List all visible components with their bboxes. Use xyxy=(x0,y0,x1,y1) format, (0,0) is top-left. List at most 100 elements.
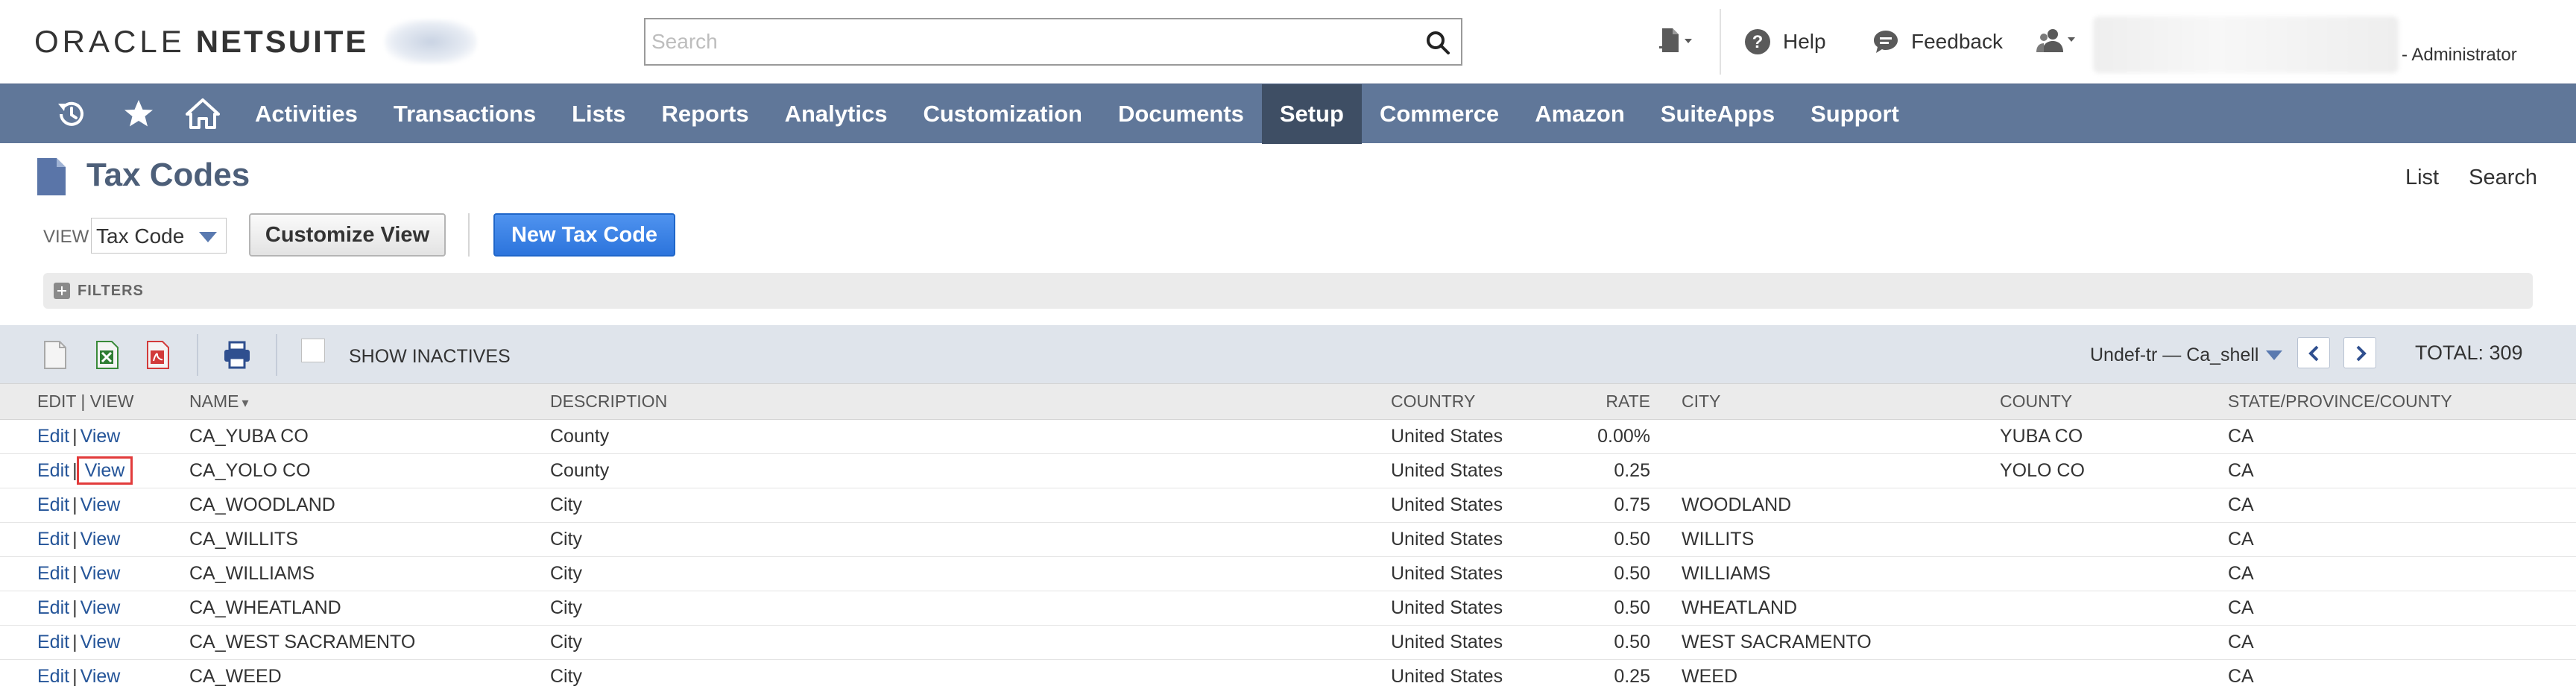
list-link[interactable]: List xyxy=(2405,166,2439,190)
nav-analytics[interactable]: Analytics xyxy=(767,84,906,144)
view-link[interactable]: View xyxy=(80,666,121,687)
show-inactives-label: SHOW INACTIVES xyxy=(349,346,511,368)
chevron-down-icon xyxy=(199,232,217,242)
view-link[interactable]: View xyxy=(80,426,121,447)
search-input[interactable] xyxy=(651,19,1397,64)
roles-menu[interactable] xyxy=(2035,22,2080,61)
col-country[interactable]: COUNTRY xyxy=(1391,384,1553,420)
state-cell: CA xyxy=(2228,660,2576,692)
nav-favorites[interactable] xyxy=(115,84,162,144)
customize-view-button[interactable]: Customize View xyxy=(249,213,446,257)
nav-support[interactable]: Support xyxy=(1793,84,1917,144)
nav-transactions[interactable]: Transactions xyxy=(376,84,554,144)
previous-page-button[interactable] xyxy=(2297,337,2330,368)
show-inactives-checkbox[interactable] xyxy=(301,339,325,362)
chevron-down-icon xyxy=(2266,350,2282,360)
export-csv-icon[interactable] xyxy=(42,340,69,370)
view-link[interactable]: View xyxy=(80,597,121,618)
view-link[interactable]: View xyxy=(80,632,121,652)
nav-setup[interactable]: Setup xyxy=(1262,84,1362,144)
edit-link[interactable]: Edit xyxy=(37,426,69,447)
controls-divider xyxy=(468,213,470,257)
edit-link[interactable]: Edit xyxy=(37,597,69,618)
nav-recent[interactable] xyxy=(48,84,95,144)
help-label: Help xyxy=(1783,30,1826,54)
city-cell xyxy=(1682,454,2000,488)
view-link[interactable]: View xyxy=(80,529,121,550)
nav-commerce[interactable]: Commerce xyxy=(1362,84,1517,144)
edit-view-cell: Edit|View xyxy=(0,488,189,523)
nav-amazon[interactable]: Amazon xyxy=(1517,84,1643,144)
view-link[interactable]: View xyxy=(80,563,121,584)
svg-text:?: ? xyxy=(1752,32,1764,52)
view-select[interactable]: Tax Code xyxy=(91,218,227,254)
nav-reports[interactable]: Reports xyxy=(643,84,766,144)
table-row: Edit|ViewCA_WILLIAMSCityUnited States0.5… xyxy=(0,557,2576,591)
oracle-netsuite-logo[interactable]: ORACLE NETSUITE xyxy=(34,25,368,58)
country-cell: United States xyxy=(1391,488,1553,523)
next-page-button[interactable] xyxy=(2343,337,2376,368)
county-cell xyxy=(2000,591,2228,626)
export-pdf-icon[interactable] xyxy=(145,340,171,370)
country-cell: United States xyxy=(1391,660,1553,692)
edit-link[interactable]: Edit xyxy=(37,666,69,687)
nav-suiteapps[interactable]: SuiteApps xyxy=(1643,84,1793,144)
star-icon xyxy=(122,98,155,130)
new-tax-code-button[interactable]: New Tax Code xyxy=(493,213,675,257)
col-city[interactable]: CITY xyxy=(1682,384,2000,420)
global-search xyxy=(644,18,1462,66)
city-cell: WOODLAND xyxy=(1682,488,2000,523)
nav-documents[interactable]: Documents xyxy=(1100,84,1262,144)
history-icon xyxy=(55,98,88,130)
edit-link[interactable]: Edit xyxy=(37,494,69,515)
nav-lists[interactable]: Lists xyxy=(554,84,643,144)
link-separator: | xyxy=(72,563,78,584)
col-state[interactable]: STATE/PROVINCE/COUNTY xyxy=(2228,384,2576,420)
recent-records-menu[interactable] xyxy=(1658,22,1695,61)
table-row: Edit|ViewCA_YUBA COCountyUnited States0.… xyxy=(0,420,2576,454)
feedback-button[interactable]: Feedback xyxy=(1872,22,2003,61)
col-description[interactable]: DESCRIPTION xyxy=(550,384,1391,420)
print-icon[interactable] xyxy=(222,340,252,370)
page-range-select[interactable]: Undef-tr — Ca_shell xyxy=(2090,345,2282,366)
edit-link[interactable]: Edit xyxy=(37,529,69,550)
rate-cell: 0.50 xyxy=(1553,591,1682,626)
col-name[interactable]: NAME▾ xyxy=(189,384,550,420)
view-link[interactable]: View xyxy=(80,460,130,481)
top-header: ORACLE NETSUITE ? Help Feedb xyxy=(0,0,2576,84)
user-info-redacted[interactable] xyxy=(2093,16,2399,73)
country-cell: United States xyxy=(1391,523,1553,557)
city-cell: WILLIAMS xyxy=(1682,557,2000,591)
nav-activities[interactable]: Activities xyxy=(237,84,376,144)
home-icon xyxy=(185,98,221,130)
edit-link[interactable]: Edit xyxy=(37,632,69,652)
view-link[interactable]: View xyxy=(80,494,121,515)
nav-customization[interactable]: Customization xyxy=(905,84,1100,144)
filters-toggle[interactable]: FILTERS xyxy=(43,273,2533,309)
rate-cell: 0.25 xyxy=(1553,454,1682,488)
name-cell: CA_WEED xyxy=(189,660,550,692)
help-button[interactable]: ? Help xyxy=(1744,22,1826,61)
main-nav: Activities Transactions Lists Reports An… xyxy=(0,84,2576,143)
export-excel-icon[interactable] xyxy=(94,340,121,370)
description-cell: City xyxy=(550,488,1391,523)
table-row: Edit|ViewCA_WILLITSCityUnited States0.50… xyxy=(0,523,2576,557)
col-edit-view: EDIT | VIEW xyxy=(0,384,189,420)
col-county[interactable]: COUNTY xyxy=(2000,384,2228,420)
search-icon[interactable] xyxy=(1425,30,1450,55)
search-link[interactable]: Search xyxy=(2469,166,2537,190)
page-range-value: Undef-tr — Ca_shell xyxy=(2090,345,2258,366)
description-cell: City xyxy=(550,660,1391,692)
nav-home[interactable] xyxy=(179,84,227,144)
edit-view-cell: Edit|View xyxy=(0,523,189,557)
edit-link[interactable]: Edit xyxy=(37,563,69,584)
edit-link[interactable]: Edit xyxy=(37,460,69,481)
document-plus-icon xyxy=(1658,27,1695,57)
chevron-left-icon xyxy=(2307,345,2322,362)
description-cell: County xyxy=(550,420,1391,454)
city-cell: WEED xyxy=(1682,660,2000,692)
name-cell: CA_YOLO CO xyxy=(189,454,550,488)
col-rate[interactable]: RATE xyxy=(1553,384,1682,420)
description-cell: County xyxy=(550,454,1391,488)
edit-view-cell: Edit|View xyxy=(0,591,189,626)
